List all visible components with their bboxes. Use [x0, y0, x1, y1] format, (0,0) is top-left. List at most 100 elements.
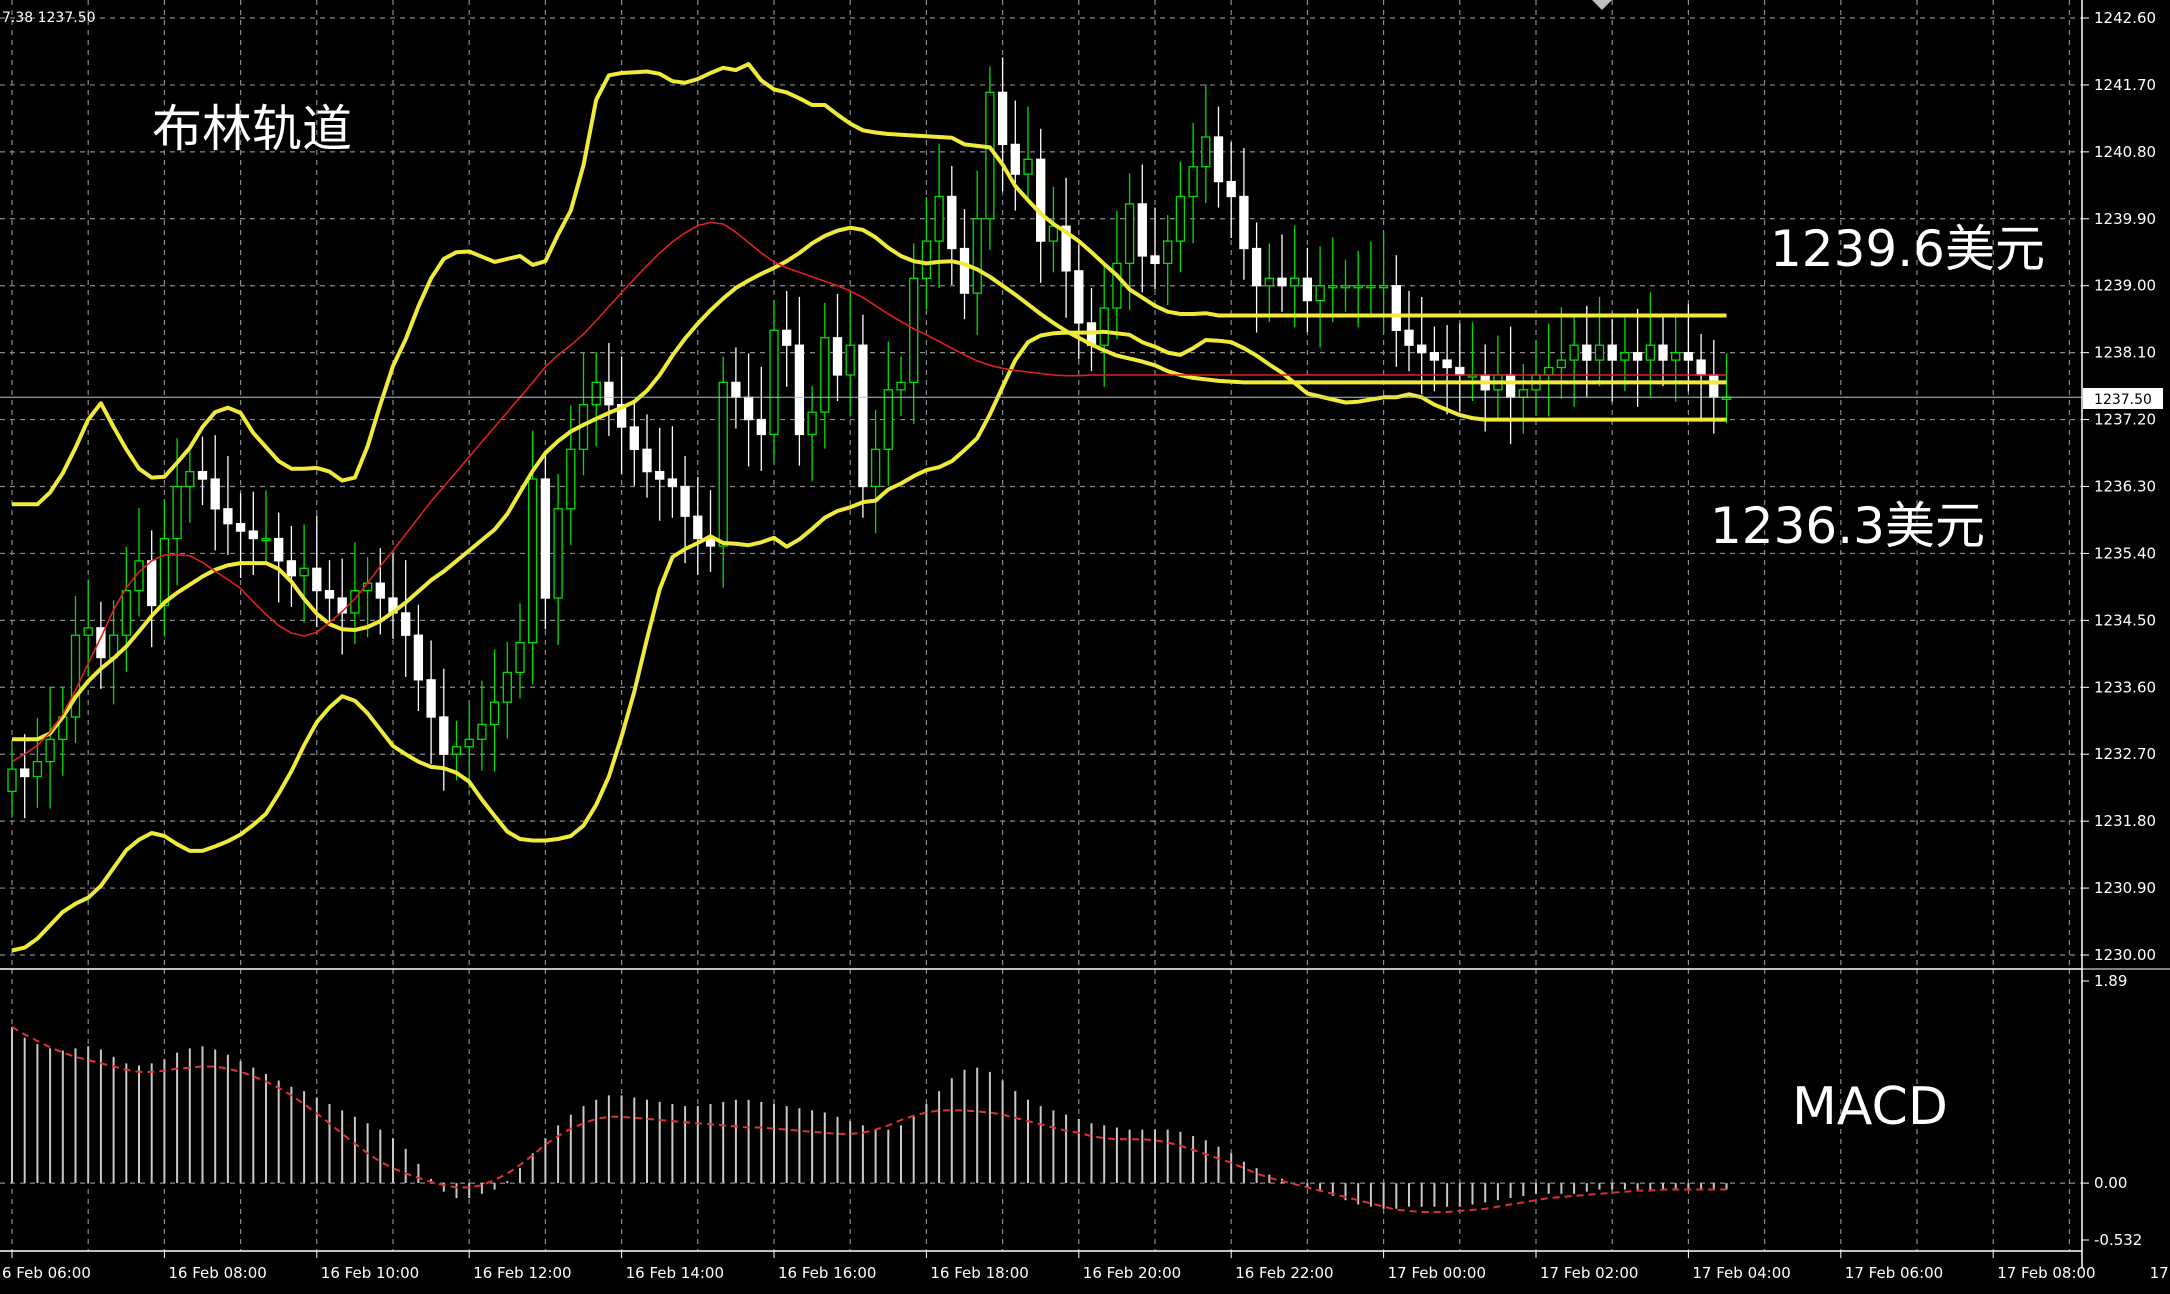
candle-bull [896, 381, 906, 391]
candle-bull [1671, 351, 1681, 361]
candle-bear [324, 589, 335, 599]
macd-tick-label: -0.532 [2094, 1231, 2142, 1249]
price-tick-label: 1234.50 [2094, 611, 2156, 629]
time-tick-label: 16 Feb 16:00 [778, 1264, 876, 1282]
candle-bull [1163, 240, 1173, 265]
candle-bear [1074, 270, 1084, 324]
candle-bear [375, 582, 385, 599]
candle-bear [693, 515, 703, 540]
candle-bear [642, 448, 652, 473]
candle-bear [629, 426, 639, 450]
candle-bear [1391, 285, 1401, 331]
candle-bull [807, 411, 817, 436]
candle-bear [1226, 180, 1236, 198]
candle-bull [451, 746, 462, 755]
candle-bear [794, 344, 805, 436]
candle-bull [32, 761, 43, 778]
macd-tick-label: 1.89 [2094, 972, 2127, 990]
candle-bear [235, 523, 246, 532]
candle-bull [1366, 285, 1376, 289]
candle-bear [439, 716, 449, 755]
candle-bull [172, 485, 182, 540]
candle-bear [667, 478, 678, 488]
candle-bear [540, 478, 551, 599]
price-axis: 1242.60 1241.70 1240.80 1239.90 1239.00 1238.… [2082, 9, 2156, 964]
candle-bear [426, 679, 436, 718]
candle-bear [1404, 329, 1414, 346]
candle-bear [947, 195, 957, 250]
candle-bear [782, 329, 792, 346]
candle-bear [959, 247, 970, 294]
candle-bull [1518, 389, 1528, 398]
candle-bull [921, 240, 932, 279]
current-price-tag-label: 1237.50 [2094, 392, 2152, 408]
candle-bear [1213, 136, 1224, 183]
candle-bear [1277, 277, 1287, 287]
time-tick-label: 17 Feb 00:00 [1388, 1264, 1486, 1282]
candle-bull [1340, 285, 1351, 289]
lower-level-annotation: 1236.3美元 [1710, 497, 1985, 555]
time-tick-label: 6 Feb 06:00 [2, 1264, 91, 1282]
time-tick-label: 16 Feb 10:00 [321, 1264, 419, 1282]
candle-bear [248, 530, 258, 540]
candle-bull [1378, 285, 1389, 289]
candle-bull [566, 448, 576, 510]
candle-bull [591, 381, 601, 406]
time-tick-label: 17 Feb 02:00 [1540, 1264, 1638, 1282]
candle-bear [1010, 143, 1020, 175]
chart-canvas: 1242.60 1241.70 1240.80 1239.90 1239.00 1238.… [0, 0, 2170, 1294]
candle-bull [1544, 366, 1554, 376]
price-tick-label: 1230.00 [2094, 946, 2156, 964]
candle-bear [1429, 351, 1440, 361]
candle-bull [820, 337, 830, 413]
macd-tick-label: 0.00 [2094, 1174, 2127, 1192]
time-tick-label: 16 Feb 22:00 [1235, 1264, 1333, 1282]
candle-bull [515, 642, 525, 674]
candle-bull [1290, 277, 1300, 287]
candle-bear [312, 567, 322, 592]
time-tick-label: 16 Feb 08:00 [168, 1264, 266, 1282]
candle-bull [845, 344, 855, 376]
candle-bull [45, 738, 55, 763]
candle-bull [934, 195, 944, 242]
candle-bull [870, 448, 881, 488]
time-tick-label: 16 Feb 14:00 [626, 1264, 724, 1282]
candle-bull [159, 537, 170, 607]
price-tick-label: 1232.70 [2094, 745, 2156, 763]
candle-bear [1607, 344, 1617, 361]
candle-bull [883, 389, 893, 450]
candle-bear [20, 768, 30, 778]
macd-label: MACD [1792, 1077, 1948, 1137]
candle-bear [210, 478, 220, 510]
candle-bear [1582, 344, 1592, 361]
candle-bull [299, 567, 309, 577]
candle-bull [1099, 307, 1109, 346]
price-tick-label: 1238.10 [2094, 344, 2156, 362]
candle-bull [464, 738, 474, 748]
candle-bear [604, 381, 614, 406]
candle-bear [1137, 203, 1147, 257]
candle-bear [147, 560, 157, 607]
candle-bull [1620, 351, 1630, 361]
candle-bear [1696, 359, 1706, 376]
time-tick-label: 17 Feb 04:00 [1692, 1264, 1790, 1282]
candle-bull [1315, 285, 1325, 302]
price-tick-label: 1240.80 [2094, 143, 2156, 161]
candle-bull [1645, 344, 1655, 361]
candle-bull [1023, 158, 1033, 175]
candle-bear [413, 634, 424, 681]
candle-bear [1251, 247, 1262, 287]
candle-bull [1594, 344, 1605, 361]
candle-bear [655, 470, 665, 480]
candle-bull [1353, 285, 1363, 289]
candle-bull [1328, 285, 1338, 289]
candle-bear [743, 396, 754, 421]
price-tick-label: 1242.60 [2094, 9, 2156, 27]
candle-bull [83, 627, 93, 636]
candle-bear [756, 418, 766, 436]
candle-bull [985, 91, 995, 220]
price-tick-label: 1236.30 [2094, 478, 2156, 496]
candle-bull [477, 723, 487, 740]
candle-bear [1709, 374, 1719, 398]
candle-bear [1658, 344, 1668, 361]
